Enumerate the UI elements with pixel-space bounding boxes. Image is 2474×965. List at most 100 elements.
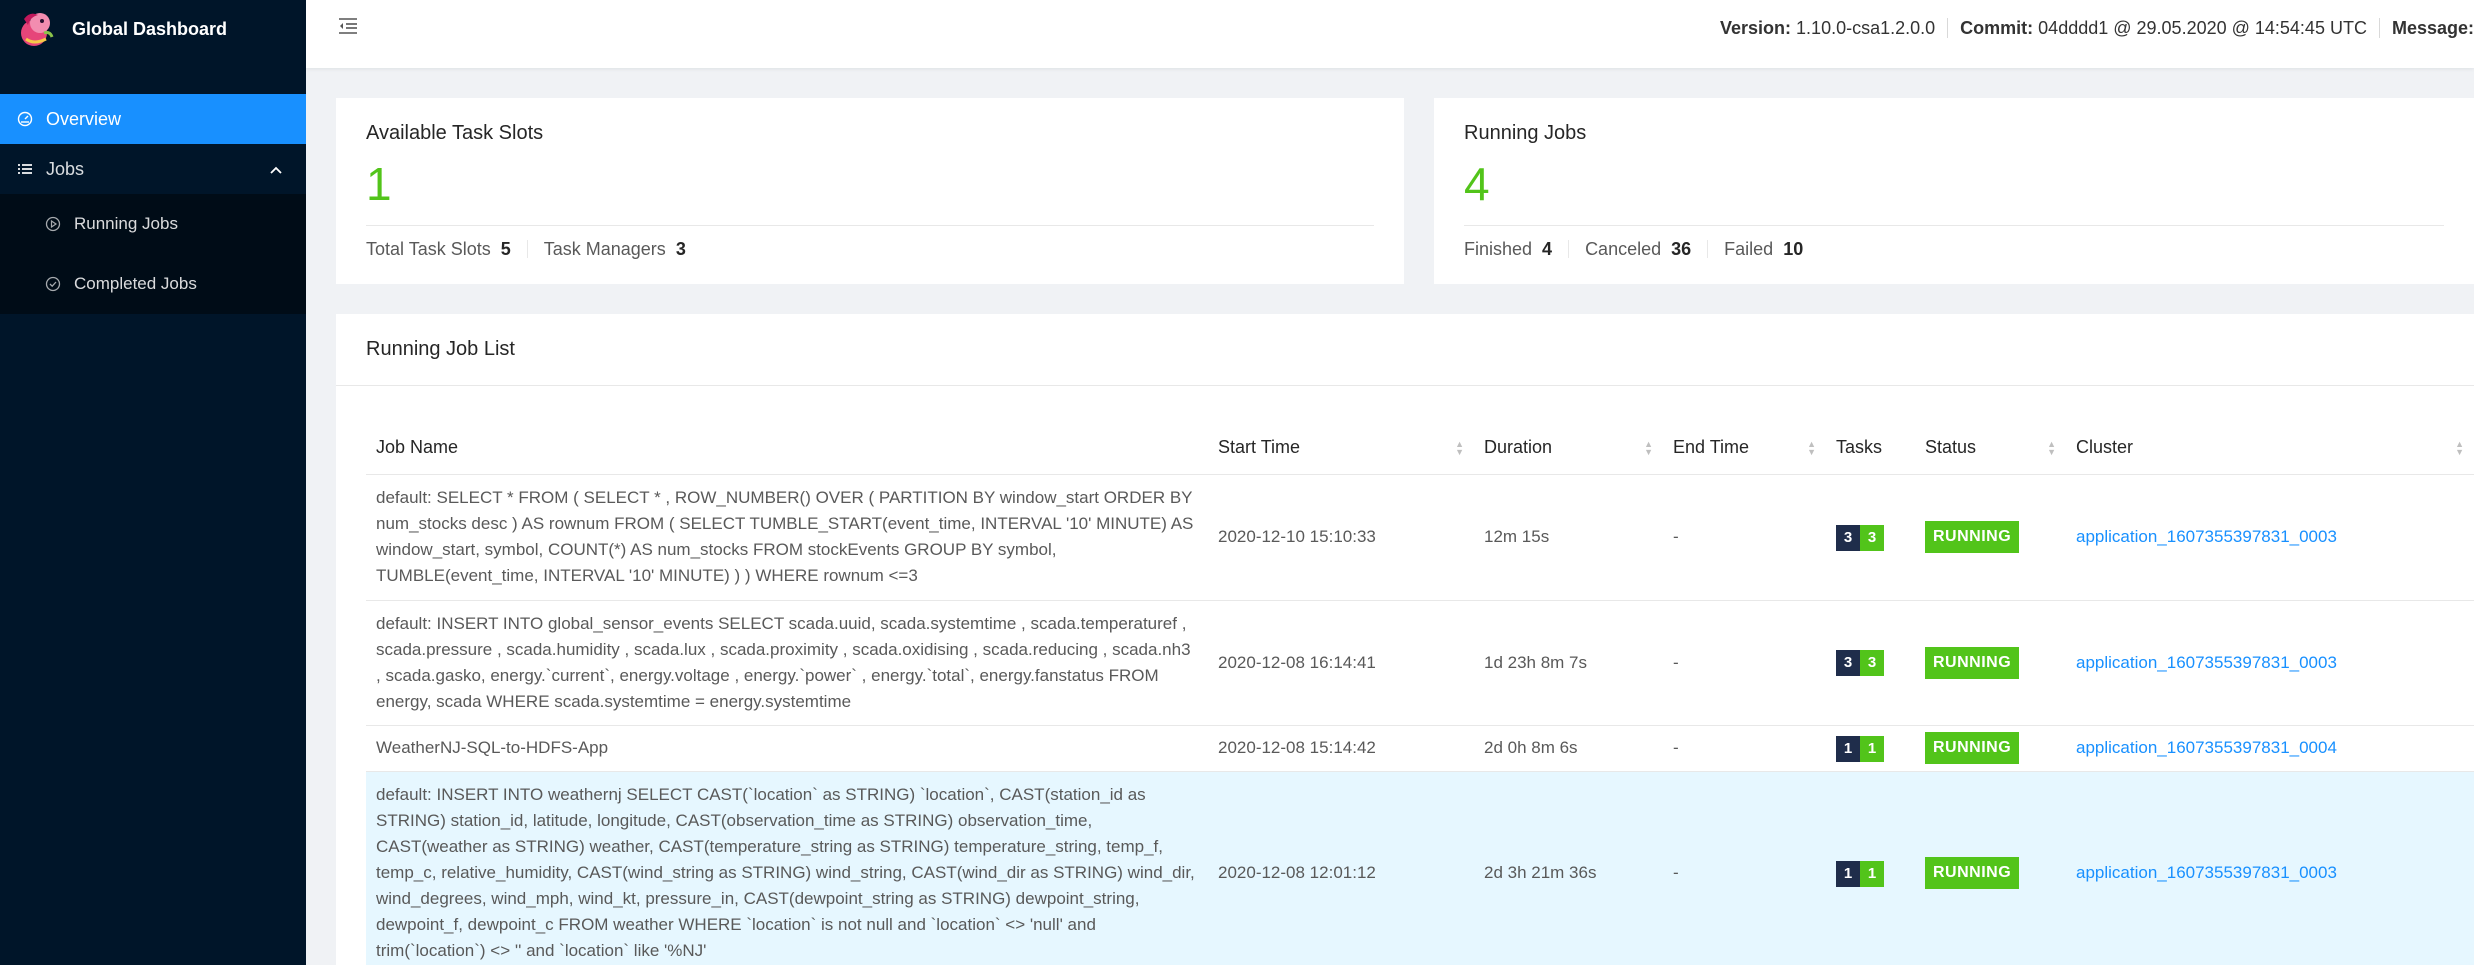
cluster-link[interactable]: application_1607355397831_0003 <box>2076 863 2337 882</box>
status-badge: RUNNING <box>1925 857 2020 889</box>
canceled-stat: Canceled 36 <box>1585 239 1709 259</box>
running-jobs-table: Job Name Start Time ▲ ▼ Duration ▲ ▼ End T… <box>366 422 2474 965</box>
stat-value: 4 <box>1542 239 1553 259</box>
tasks-running: 1 <box>1860 735 1884 762</box>
running-job-list-card: Running Job List Job Name Start Time ▲ ▼ … <box>336 314 2474 965</box>
commit-segment: Commit: 04dddd1 @ 29.05.2020 @ 14:54:45 … <box>1948 18 2380 38</box>
column-label: Job Name <box>376 437 459 458</box>
table-row[interactable]: default: SELECT * FROM ( SELECT * , ROW_… <box>366 474 2474 601</box>
sort-icon[interactable]: ▲ ▼ <box>1644 439 1653 456</box>
cluster-cell: application_1607355397831_0003 <box>2066 474 2474 601</box>
sidebar-item-label: Running Jobs <box>74 214 178 233</box>
sidebar-item-jobs[interactable]: Jobs <box>0 144 306 194</box>
cluster-cell: application_1607355397831_0003 <box>2066 771 2474 965</box>
available-slots-value: 1 <box>366 158 392 210</box>
tasks-running: 3 <box>1860 650 1884 676</box>
start-time-cell: 2020-12-08 16:14:41 <box>1208 600 1474 726</box>
tasks-total: 1 <box>1836 860 1860 887</box>
stat-label: Finished <box>1464 239 1533 259</box>
status-cell: RUNNING <box>1915 725 2066 772</box>
commit-value: 04dddd1 @ 29.05.2020 @ 14:54:45 UTC <box>2038 18 2367 38</box>
tasks-total: 1 <box>1836 735 1860 762</box>
table-header-row: Job Name Start Time ▲ ▼ Duration ▲ ▼ End T… <box>366 422 2474 475</box>
cluster-link[interactable]: application_1607355397831_0003 <box>2076 527 2337 546</box>
column-header-duration[interactable]: Duration ▲ ▼ <box>1474 422 1663 475</box>
end-time-cell: - <box>1663 474 1826 601</box>
sidebar-item-completed-jobs[interactable]: Completed Jobs <box>0 254 306 314</box>
tasks-cell: 11 <box>1826 771 1915 965</box>
job-name-cell: WeatherNJ-SQL-to-HDFS-App <box>366 725 1208 772</box>
start-time-cell: 2020-12-08 15:14:42 <box>1208 725 1474 772</box>
duration-cell: 1d 23h 8m 7s <box>1474 600 1663 726</box>
column-header-job-name: Job Name <box>366 422 1208 475</box>
column-header-start-time[interactable]: Start Time ▲ ▼ <box>1208 422 1474 475</box>
stat-value: 36 <box>1671 239 1692 259</box>
column-header-tasks: Tasks <box>1826 422 1915 475</box>
status-cell: RUNNING <box>1915 474 2066 601</box>
job-name-cell: default: INSERT INTO global_sensor_event… <box>366 600 1208 726</box>
tasks-cell: 33 <box>1826 600 1915 726</box>
brand[interactable]: Global Dashboard <box>0 0 306 58</box>
failed-stat: Failed 10 <box>1724 240 1819 258</box>
start-time-cell: 2020-12-08 12:01:12 <box>1208 771 1474 965</box>
column-label: Cluster <box>2076 437 2134 458</box>
sort-icon[interactable]: ▲ ▼ <box>2455 439 2464 456</box>
card-title: Running Jobs <box>1464 122 1587 144</box>
column-header-cluster[interactable]: Cluster ▲ ▼ <box>2066 422 2474 475</box>
table-row[interactable]: WeatherNJ-SQL-to-HDFS-App 2020-12-08 15:… <box>366 725 2474 772</box>
version-segment: Version: 1.10.0-csa1.2.0.0 <box>1708 18 1949 38</box>
table-row[interactable]: default: INSERT INTO global_sensor_event… <box>366 600 2474 726</box>
tasks-running: 3 <box>1860 524 1884 551</box>
divider <box>1464 225 2444 226</box>
version-value: 1.10.0-csa1.2.0.0 <box>1796 18 1936 38</box>
column-label: Tasks <box>1836 437 1883 458</box>
column-header-end-time[interactable]: End Time ▲ ▼ <box>1663 422 1826 475</box>
app-title: Global Dashboard <box>72 18 228 39</box>
card-title: Available Task Slots <box>366 122 544 144</box>
menu-fold-icon[interactable] <box>336 14 360 38</box>
stat-label: Task Managers <box>543 239 666 259</box>
sort-icon[interactable]: ▲ ▼ <box>1455 439 1464 456</box>
sidebar-item-running-jobs[interactable]: Running Jobs <box>0 194 306 254</box>
tasks-total: 3 <box>1836 524 1860 551</box>
task-count-badge: 33 <box>1836 650 1884 676</box>
task-slots-card: Available Task Slots 1 Total Task Slots 5… <box>336 98 1404 284</box>
divider <box>366 225 1374 226</box>
status-badge: RUNNING <box>1925 521 2020 553</box>
finished-stat: Finished 4 <box>1464 239 1570 259</box>
cluster-link[interactable]: application_1607355397831_0003 <box>2076 653 2337 672</box>
stat-value: 3 <box>675 239 686 259</box>
status-cell: RUNNING <box>1915 771 2066 965</box>
duration-cell: 2d 3h 21m 36s <box>1474 771 1663 965</box>
sort-icon[interactable]: ▲ ▼ <box>2047 439 2056 456</box>
running-jobs-card: Running Jobs 4 Finished 4 Canceled 36 Fail… <box>1434 98 2474 284</box>
tasks-running: 1 <box>1860 860 1884 887</box>
column-header-status[interactable]: Status ▲ ▼ <box>1915 422 2066 475</box>
stat-value: 5 <box>500 239 511 259</box>
column-label: Start Time <box>1218 437 1301 458</box>
column-label: End Time <box>1673 437 1750 458</box>
message-segment: Message: <box>2380 18 2474 38</box>
sidebar-item-overview[interactable]: Overview <box>0 94 306 144</box>
tasks-cell: 33 <box>1826 474 1915 601</box>
cluster-cell: application_1607355397831_0003 <box>2066 600 2474 726</box>
sort-icon[interactable]: ▲ ▼ <box>1807 439 1816 456</box>
chevron-up-icon[interactable] <box>270 161 282 177</box>
dashboard-icon <box>16 110 34 128</box>
check-circle-icon <box>44 275 62 293</box>
top-header: Version: 1.10.0-csa1.2.0.0 Commit: 04ddd… <box>306 0 2474 68</box>
version-info: Version: 1.10.0-csa1.2.0.0 Commit: 04ddd… <box>1708 18 2474 38</box>
sidebar-item-label: Jobs <box>46 158 85 179</box>
status-badge: RUNNING <box>1925 646 2020 679</box>
stat-label: Total Task Slots <box>366 239 491 259</box>
task-slots-stats: Total Task Slots 5 Task Managers 3 <box>366 240 1374 258</box>
running-jobs-stats: Finished 4 Canceled 36 Failed 10 <box>1464 240 2444 258</box>
end-time-cell: - <box>1663 725 1826 772</box>
table-row[interactable]: default: INSERT INTO weathernj SELECT CA… <box>366 771 2474 965</box>
status-cell: RUNNING <box>1915 600 2066 726</box>
status-badge: RUNNING <box>1925 732 2020 764</box>
total-task-slots: Total Task Slots 5 <box>366 240 528 258</box>
cluster-link[interactable]: application_1607355397831_0004 <box>2076 738 2337 757</box>
commit-label: Commit: <box>1960 18 2034 38</box>
end-time-cell: - <box>1663 771 1826 965</box>
